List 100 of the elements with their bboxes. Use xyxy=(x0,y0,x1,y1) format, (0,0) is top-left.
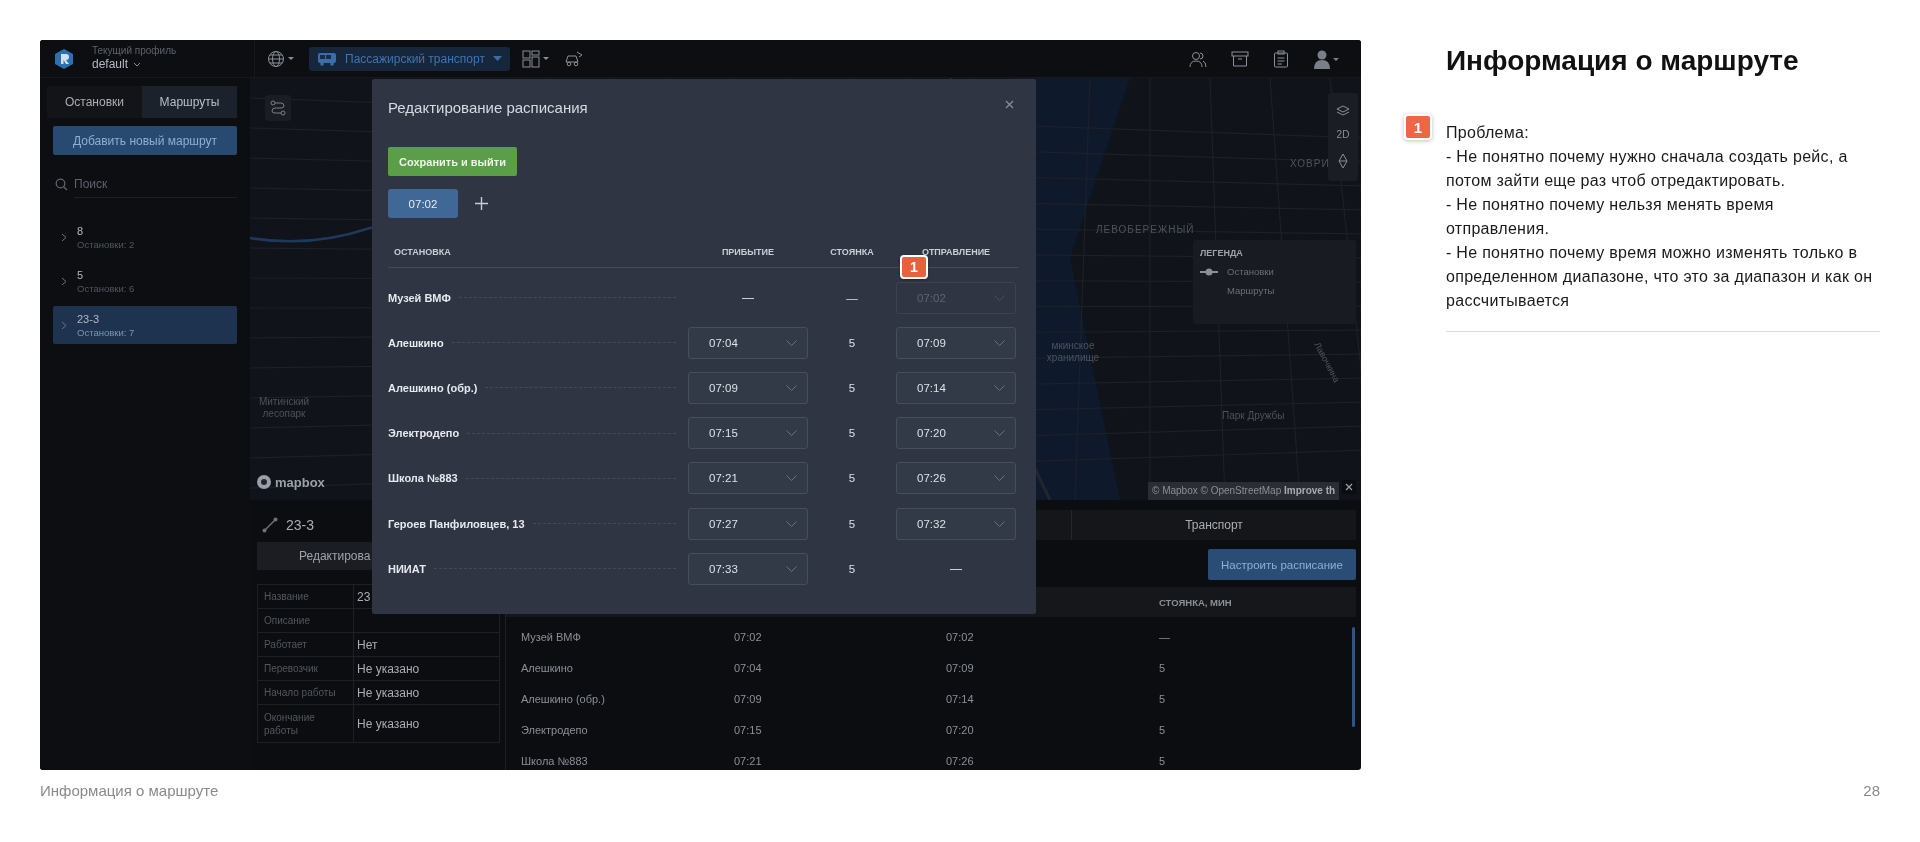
car-icon[interactable] xyxy=(563,49,584,68)
time-select[interactable]: 07:09 xyxy=(896,326,1016,359)
caret-icon xyxy=(994,520,1005,527)
note-heading: Проблема: xyxy=(1446,123,1530,143)
map-logo-text: mapbox xyxy=(275,474,325,490)
route-item[interactable]: 8 Остановки: 2 xyxy=(53,218,237,256)
dialog-title: Редактирование расписания xyxy=(388,98,588,116)
slide-title: Информация о маршруте xyxy=(1446,44,1800,78)
table-cell-text: Музей ВМФ xyxy=(521,630,582,643)
caret-icon xyxy=(133,62,142,67)
table-cell-text: 07:20 xyxy=(946,723,975,736)
search-icon xyxy=(55,178,68,191)
table-cell-text: 07:09 xyxy=(946,661,975,674)
column-header: ОСТАНОВКА xyxy=(393,247,451,257)
caret-icon xyxy=(786,565,797,572)
table-cell-text: 07:04 xyxy=(734,661,763,674)
table-cell-text: Электродепо xyxy=(521,723,589,736)
globe-icon[interactable] xyxy=(267,49,297,68)
table-cell-text: Алешкино xyxy=(521,661,574,674)
layers-icon[interactable] xyxy=(1336,105,1350,118)
route-item[interactable]: 23-3 Остановки: 7 xyxy=(53,306,237,344)
archive-icon[interactable] xyxy=(1231,49,1249,68)
stop-name: НИИАТ xyxy=(388,562,426,575)
table-cell-text: 07:15 xyxy=(734,723,763,736)
route-tool-button[interactable] xyxy=(265,95,291,121)
route-title: 23-3 xyxy=(286,517,315,533)
close-button[interactable] xyxy=(1342,480,1356,494)
property-value: 23 xyxy=(357,589,371,604)
caret-icon xyxy=(994,430,1005,437)
empty-time: — xyxy=(742,290,754,305)
search-field[interactable]: Поиск xyxy=(74,171,237,198)
time-select[interactable]: 07:21 xyxy=(688,462,808,495)
stop-name: Алешкино xyxy=(388,336,444,349)
time-select[interactable]: 07:14 xyxy=(896,371,1016,404)
time-select[interactable]: 07:20 xyxy=(896,417,1016,450)
caret-icon xyxy=(786,520,797,527)
clipboard-icon[interactable] xyxy=(1273,49,1289,68)
plus-icon xyxy=(475,197,488,210)
configure-schedule-button[interactable]: Настроить расписание xyxy=(1208,549,1356,580)
bus-icon xyxy=(317,51,337,66)
table-cell-text: 07:02 xyxy=(946,630,975,643)
property-label: Начало работы xyxy=(258,681,354,704)
table-cell-text: 07:21 xyxy=(734,754,763,767)
property-label: Перевозчик xyxy=(258,657,354,680)
time-select[interactable]: 07:32 xyxy=(896,507,1016,540)
chevron-icon xyxy=(61,276,67,286)
time-select[interactable]: 07:33 xyxy=(688,552,808,585)
table-cell-text: 07:09 xyxy=(734,692,763,705)
add-button[interactable] xyxy=(473,195,490,212)
trip-time-chip[interactable]: 07:02 xyxy=(388,189,458,218)
compass-icon[interactable] xyxy=(1338,152,1348,169)
page-number: 28 xyxy=(1863,782,1880,799)
scrollbar[interactable] xyxy=(1352,627,1355,727)
add-route-button[interactable]: Добавить новый маршрут xyxy=(53,126,237,155)
transport-tab[interactable]: Транспорт xyxy=(1072,510,1356,540)
property-value: Нет xyxy=(357,637,378,652)
time-select[interactable]: 07:15 xyxy=(688,417,808,450)
user-icon[interactable] xyxy=(1313,48,1341,69)
property-label: Описание xyxy=(258,609,354,632)
caret-icon xyxy=(492,56,502,61)
close-icon xyxy=(1005,99,1014,109)
layout-icon[interactable] xyxy=(521,49,552,68)
table-cell-text: 5 xyxy=(1159,723,1167,736)
view-mode-button[interactable]: 2D xyxy=(1336,129,1350,141)
caret-icon xyxy=(994,475,1005,482)
close-icon xyxy=(1345,483,1353,491)
stay-minutes: 5 xyxy=(847,562,857,575)
chevron-icon xyxy=(61,232,67,242)
time-select[interactable]: 07:04 xyxy=(688,326,808,359)
logo-icon xyxy=(256,474,272,490)
time-select[interactable]: 07:27 xyxy=(688,507,808,540)
property-value: Не указано xyxy=(357,685,420,700)
edit-button[interactable]: Редактирова xyxy=(257,542,372,570)
stay-minutes: 5 xyxy=(847,472,857,485)
table-cell-text: 07:02 xyxy=(734,630,763,643)
profile-dropdown[interactable]: default xyxy=(92,57,142,72)
table-cell-text: 5 xyxy=(1159,661,1167,674)
time-select[interactable]: 07:26 xyxy=(896,462,1016,495)
stay-minutes: 5 xyxy=(847,427,857,440)
annotation-marker: 1 xyxy=(900,255,928,279)
time-select[interactable]: 07:09 xyxy=(688,371,808,404)
footer-title: Информация о маршруте xyxy=(40,782,219,799)
route-item[interactable]: 5 Остановки: 6 xyxy=(53,262,237,300)
caret-icon xyxy=(994,294,1005,301)
users-icon[interactable] xyxy=(1189,49,1207,68)
stop-name: Электродепо xyxy=(388,427,460,440)
sidebar-tab[interactable]: Маршруты xyxy=(142,86,237,118)
map-label: Митинский лесопарк xyxy=(257,396,311,420)
improve-map-link[interactable]: Improve th xyxy=(1284,485,1336,496)
table-cell-text: Школа №883 xyxy=(521,754,589,767)
property-label: Окончание работы xyxy=(258,705,354,742)
legend-label: Остановки xyxy=(1227,266,1274,277)
property-value: Не указано xyxy=(357,716,420,731)
property-label: Название xyxy=(258,585,354,608)
column-header: ПРИБЫТИЕ xyxy=(721,247,775,257)
map-label: Парк Дружбы xyxy=(1222,410,1285,422)
stay-minutes: 5 xyxy=(847,517,857,530)
stay-minutes: — xyxy=(845,291,859,304)
map-label: ХОВРИ xyxy=(1290,158,1330,170)
caret-icon xyxy=(786,430,797,437)
